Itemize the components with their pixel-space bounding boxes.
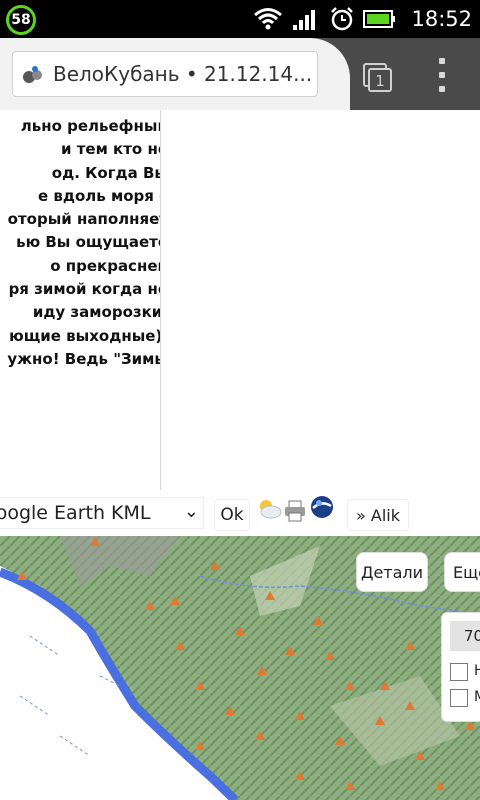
map-view[interactable]: Детали Ещё — [0, 536, 480, 800]
article-line: ью Вы ощущаете — [16, 233, 161, 252]
article-line: ря зимой когда не — [8, 280, 161, 299]
article-line: иду заморозки, — [32, 303, 161, 322]
article-text: льно рельефный и тем кто не од. Когда Вы е … — [0, 115, 161, 371]
article-line: льно рельефный — [20, 117, 161, 135]
site-favicon — [23, 66, 42, 83]
export-format-select[interactable]: Google Earth KML ⌄ — [0, 497, 204, 529]
status-icons: 18:52 — [253, 0, 480, 38]
layer-label-2: М — [474, 689, 480, 705]
layer-label-1: Н — [474, 663, 480, 679]
menu-dot-icon — [439, 72, 445, 78]
article-line: е вдоль моря с — [37, 186, 161, 205]
chevron-down-icon: ⌄ — [183, 501, 199, 522]
status-bar: 58 18:52 — [0, 0, 480, 38]
url-bar[interactable]: ВелоКубань • 21.12.14... — [12, 51, 318, 97]
weather-icon[interactable] — [256, 497, 282, 521]
map-more-button[interactable]: Ещё — [444, 552, 480, 592]
alarm-icon — [331, 7, 354, 31]
menu-dot-icon — [439, 86, 445, 92]
article-line: оторый наполняет — [7, 210, 161, 229]
article-line: ющие выходные). — [9, 326, 161, 345]
map-panel-field[interactable]: 70 — [450, 621, 480, 651]
map-layer-panel: 70 Н М — [441, 612, 480, 722]
tab-count: 1 — [375, 72, 385, 90]
battery-level-badge: 58 — [6, 5, 36, 35]
tabs-icon: 1 — [363, 63, 392, 92]
clock: 18:52 — [411, 7, 472, 31]
layer-checkbox-2[interactable] — [450, 689, 468, 707]
wifi-icon — [254, 8, 283, 30]
ok-button[interactable]: Ok — [214, 499, 250, 531]
article-line: и тем кто не — [60, 140, 161, 159]
export-format-value: Google Earth KML — [0, 502, 151, 524]
battery-icon — [363, 10, 396, 28]
article-line: о прекрасней — [50, 256, 161, 275]
article-column: льно рельефный и тем кто не од. Когда Вы е … — [0, 110, 161, 490]
printer-icon[interactable] — [283, 499, 307, 523]
tab-title: ВелоКубань • 21.12.14... — [53, 62, 313, 86]
menu-dot-icon — [439, 58, 445, 64]
article-line: од. Когда Вы — [51, 163, 161, 182]
map-details-button[interactable]: Детали — [356, 552, 428, 592]
cell-signal-icon — [293, 10, 316, 30]
alik-button[interactable]: » Alik — [347, 499, 409, 531]
google-earth-icon[interactable] — [309, 494, 335, 520]
layer-checkbox-1[interactable] — [450, 663, 468, 681]
tab-switcher-button[interactable]: 1 — [362, 60, 394, 92]
article-line: ужно! Ведь "Зимы — [7, 349, 161, 368]
overflow-menu-button[interactable] — [432, 58, 452, 92]
